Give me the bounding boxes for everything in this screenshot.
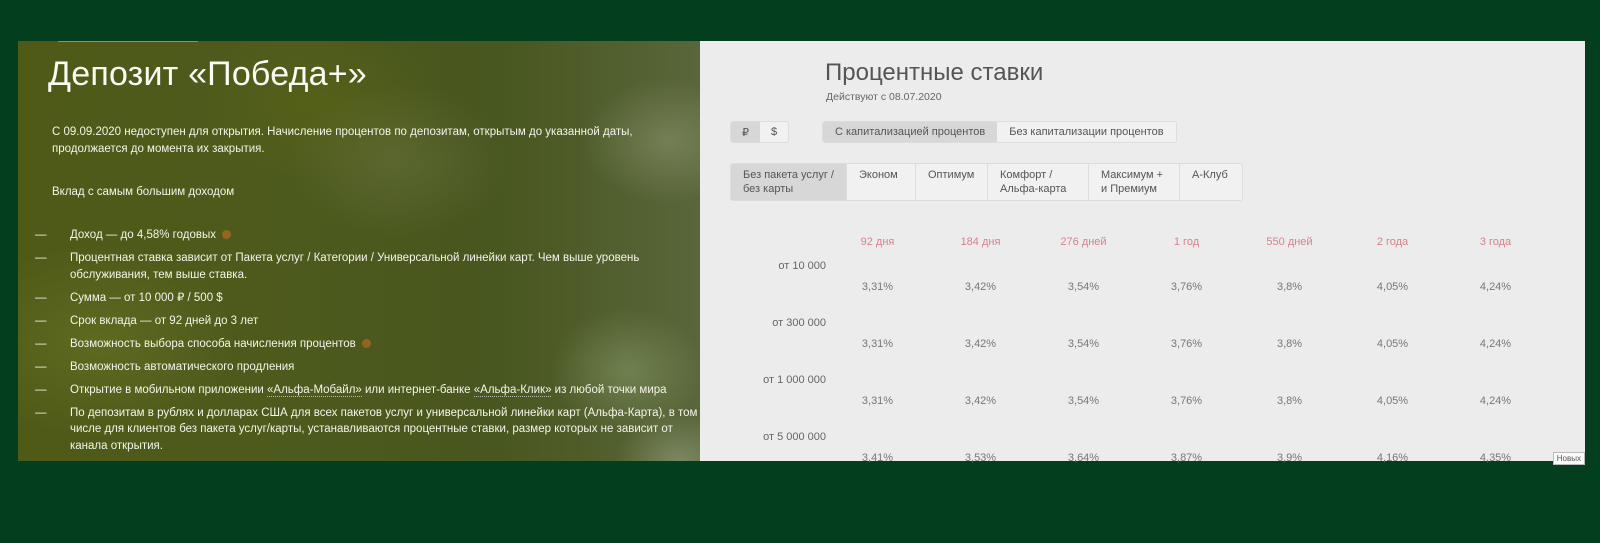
alfa-click-link[interactable]: «Альфа-Клик»: [473, 383, 552, 397]
feature-item: — Сумма — от 10 000 ₽ / 500 $: [35, 291, 223, 304]
column-header: 184 дня: [960, 236, 1001, 248]
tab-without-capitalization[interactable]: Без капитализации процентов: [997, 122, 1175, 142]
currency-rub[interactable]: ₽: [731, 122, 760, 142]
table-row: от 300 000 3,31% 3,42% 3,54% 3,76% 3,8% …: [720, 310, 1547, 367]
rate-cell: 4,24%: [1479, 394, 1512, 407]
tab-a-club[interactable]: А-Клуб: [1179, 164, 1242, 200]
rate-cell: 3,31%: [861, 337, 894, 350]
rates-table: 92 дня 184 дня 276 дней 1 год 550 дней 2…: [720, 231, 1547, 481]
feature-item: — Процентная ставка зависит от Пакета усл…: [35, 252, 640, 281]
rate-cell: 4,05%: [1376, 394, 1409, 407]
divider: [58, 41, 198, 42]
rates-panel: Процентные ставки Действуют с 08.07.2020…: [700, 41, 1585, 465]
amount-cell: от 10 000: [778, 260, 826, 272]
column-header: 276 дней: [1060, 236, 1107, 248]
column-header: 92 дня: [860, 236, 895, 248]
rate-cell: 4,16%: [1376, 451, 1409, 464]
rate-cell: 3,8%: [1276, 280, 1303, 293]
rate-cell: 3,42%: [964, 337, 997, 350]
rate-cell: 3,8%: [1276, 337, 1303, 350]
rate-cell: 3,87%: [1170, 451, 1203, 464]
rate-cell: 4,05%: [1376, 280, 1409, 293]
deposit-frame: Депозит «Победа+» С 09.09.2020 недоступе…: [18, 41, 1585, 465]
rate-cell: 3,42%: [964, 394, 997, 407]
column-header: 2 года: [1376, 236, 1409, 248]
feature-item: — Открытие в мобильном приложении «Альфа-…: [35, 383, 667, 397]
deposit-subtitle: Вклад с самым большим доходом: [52, 186, 235, 198]
tab-no-package[interactable]: Без пакета услуг /без карты: [731, 164, 846, 200]
column-header: 550 дней: [1266, 236, 1313, 248]
feature-item: — Срок вклада — от 92 дней до 3 лет: [35, 314, 259, 327]
alfa-mobile-link[interactable]: «Альфа-Мобайл»: [267, 383, 362, 397]
amount-cell: от 5 000 000: [763, 431, 826, 443]
amount-cell: от 1 000 000: [763, 374, 826, 386]
amount-cell: от 300 000: [772, 317, 826, 329]
table-header-row: 92 дня 184 дня 276 дней 1 год 550 дней 2…: [720, 231, 1547, 253]
column-header: 1 год: [1173, 236, 1200, 248]
feature-item: — Доход — до 4,58% годовых: [35, 227, 700, 244]
feature-list: — Доход — до 4,58% годовых — Процентная ст…: [35, 227, 700, 461]
rate-cell: 3,54%: [1067, 337, 1100, 350]
rate-cell: 3,41%: [861, 451, 894, 464]
tab-comfort[interactable]: Комфорт /Альфа-карта: [987, 164, 1088, 200]
rate-cell: 4,24%: [1479, 337, 1512, 350]
rate-cell: 3,53%: [964, 451, 997, 464]
feature-item: — Возможность выбора способа начисления п…: [35, 336, 700, 353]
rate-cell: 3,31%: [861, 280, 894, 293]
tab-with-capitalization[interactable]: С капитализацией процентов: [823, 122, 998, 142]
feature-item: — Возможность автоматического продления: [35, 360, 295, 373]
currency-usd[interactable]: $: [760, 122, 788, 142]
rate-cell: 4,05%: [1376, 337, 1409, 350]
rates-title: Процентные ставки: [825, 59, 1044, 86]
rate-cell: 3,8%: [1276, 394, 1303, 407]
info-icon[interactable]: [361, 338, 371, 348]
column-header: 3 года: [1479, 236, 1512, 248]
tooltip: Новых: [1552, 452, 1585, 465]
deposit-title: Депозит «Победа+»: [48, 55, 367, 93]
rate-cell: 3,64%: [1067, 451, 1100, 464]
rate-cell: 4,24%: [1479, 280, 1512, 293]
rate-cell: 3,9%: [1276, 451, 1303, 464]
feature-item: — По депозитам в рублях и долларах США дл…: [35, 406, 698, 452]
rate-cell: 3,76%: [1170, 280, 1203, 293]
tab-econom[interactable]: Эконом: [846, 164, 915, 200]
table-row: от 10 000 3,31% 3,42% 3,54% 3,76% 3,8% 4…: [720, 253, 1547, 310]
table-row: от 1 000 000 3,31% 3,42% 3,54% 3,76% 3,8…: [720, 367, 1547, 424]
rate-cell: 3,31%: [861, 394, 894, 407]
rate-cell: 4,35%: [1479, 451, 1512, 464]
deposit-info-panel: Депозит «Победа+» С 09.09.2020 недоступе…: [18, 41, 700, 461]
rates-effective-date: Действуют с 08.07.2020: [826, 91, 942, 103]
availability-notice: С 09.09.2020 недоступен для открытия. На…: [52, 126, 633, 155]
rate-cell: 3,76%: [1170, 394, 1203, 407]
tab-maximum-premium[interactable]: Максимум + и Премиум: [1088, 164, 1179, 200]
rate-cell: 3,42%: [964, 280, 997, 293]
rate-cell: 3,54%: [1067, 280, 1100, 293]
rate-cell: 3,76%: [1170, 337, 1203, 350]
rate-cell: 3,54%: [1067, 394, 1100, 407]
tab-optimum[interactable]: Оптимум: [915, 164, 987, 200]
package-tabs: Без пакета услуг /без карты Эконом Оптим…: [730, 163, 1243, 201]
capitalization-switch: С капитализацией процентов Без капитализ…: [822, 121, 1177, 143]
table-row: от 5 000 000 3,41% 3,53% 3,64% 3,87% 3,9…: [720, 424, 1547, 481]
currency-switch: ₽ $: [730, 121, 790, 143]
info-icon[interactable]: [221, 230, 231, 239]
